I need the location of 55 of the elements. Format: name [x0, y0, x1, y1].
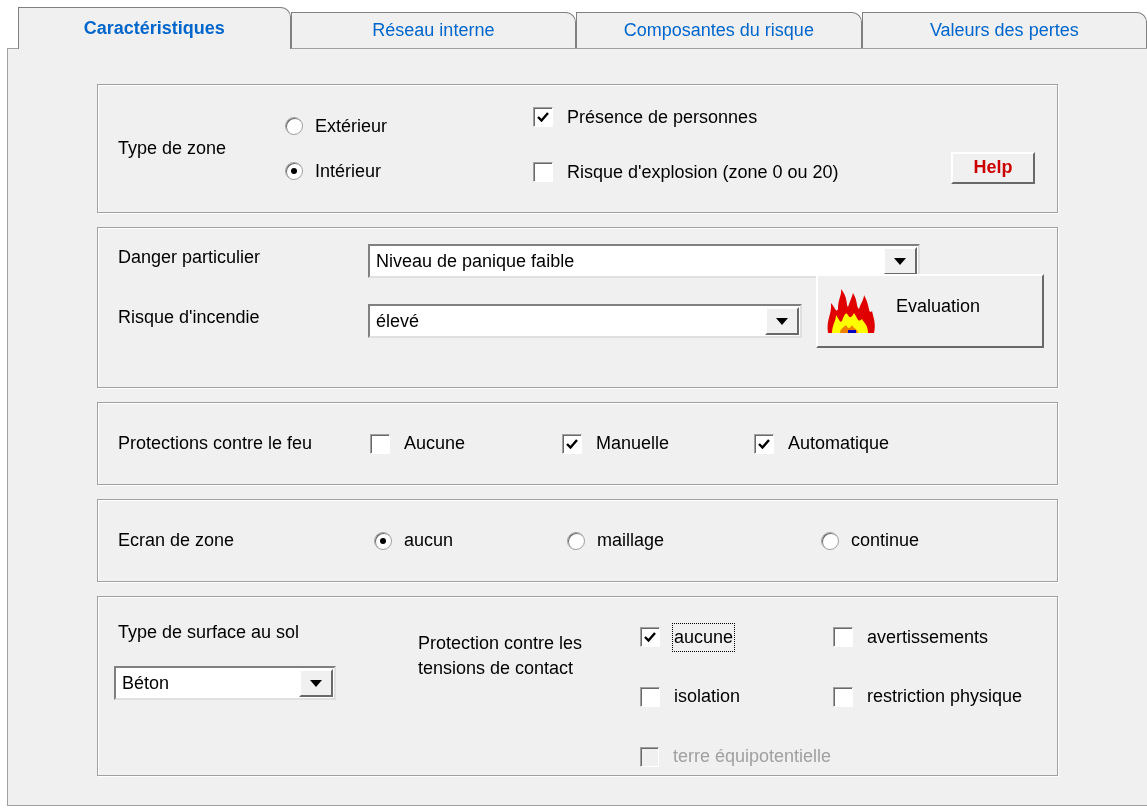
- checkbox-label: terre équipotentielle: [671, 745, 832, 769]
- checkbox-label: avertissements: [866, 625, 990, 649]
- dropdown[interactable]: élevé: [368, 304, 802, 338]
- radio-label: aucun: [404, 529, 454, 552]
- caret-down-icon: [894, 257, 906, 265]
- group-label: Protections contre le feu: [117, 432, 314, 455]
- checkbox[interactable]: [533, 162, 553, 182]
- checkbox-label: aucune: [672, 622, 736, 652]
- radio-label: maillage: [597, 529, 665, 552]
- radio-button[interactable]: [285, 162, 303, 180]
- checkbox-label: Risque d'explosion (zone 0 ou 20): [566, 160, 840, 184]
- field-label: Risque d'incendie: [117, 305, 261, 329]
- checkbox-label: Manuelle: [595, 432, 671, 455]
- checkbox-label: Présence de personnes: [566, 105, 759, 129]
- caret-down-icon: [776, 317, 788, 325]
- checkbox-label: Aucune: [403, 432, 467, 455]
- dropdown-value: Béton: [121, 671, 171, 695]
- checkbox[interactable]: [833, 687, 853, 707]
- dropdown-arrow-button[interactable]: [765, 307, 799, 335]
- checkbox-label: restriction physique: [866, 685, 1024, 709]
- flame-icon: [826, 289, 876, 333]
- tab[interactable]: Caractéristiques: [18, 7, 291, 49]
- group-label: Type de surface au sol: [117, 621, 301, 644]
- checkbox[interactable]: [640, 687, 660, 707]
- tab[interactable]: Valeurs des pertes: [861, 12, 1147, 48]
- checkbox[interactable]: [640, 627, 660, 648]
- tab[interactable]: Réseau interne: [290, 12, 577, 48]
- check-icon: [536, 110, 550, 124]
- group-label: Ecran de zone: [117, 529, 236, 552]
- dropdown[interactable]: Niveau de panique faible: [368, 244, 920, 278]
- dropdown-value: élevé: [375, 309, 421, 333]
- radio-label: Extérieur: [315, 114, 388, 138]
- radio-button[interactable]: [821, 531, 839, 550]
- field-label: Danger particulier: [117, 245, 262, 269]
- dropdown-arrow-button[interactable]: [299, 669, 333, 697]
- checkbox[interactable]: [833, 627, 853, 648]
- checkbox-label: isolation: [673, 685, 742, 709]
- checkbox-label: Automatique: [787, 432, 891, 455]
- checkbox[interactable]: [562, 433, 582, 454]
- tab[interactable]: Composantes du risque: [576, 12, 862, 48]
- group-label: Type de zone: [117, 137, 228, 160]
- radio-label: Intérieur: [315, 159, 382, 183]
- caret-down-icon: [310, 679, 322, 687]
- dropdown-value: Niveau de panique faible: [375, 249, 576, 273]
- checkbox[interactable]: [370, 433, 390, 454]
- dropdown[interactable]: Béton: [114, 666, 336, 700]
- radio-button[interactable]: [285, 117, 303, 135]
- dropdown-arrow-button[interactable]: [883, 247, 917, 275]
- evaluation-button[interactable]: Evaluation: [816, 274, 1044, 348]
- check-icon: [643, 630, 657, 645]
- group-label: Protection contre les tensions de contact: [418, 632, 584, 680]
- radio-label: continue: [851, 529, 920, 552]
- checkbox[interactable]: [754, 433, 774, 454]
- checkbox[interactable]: [533, 107, 553, 127]
- help-button[interactable]: Help: [951, 151, 1035, 184]
